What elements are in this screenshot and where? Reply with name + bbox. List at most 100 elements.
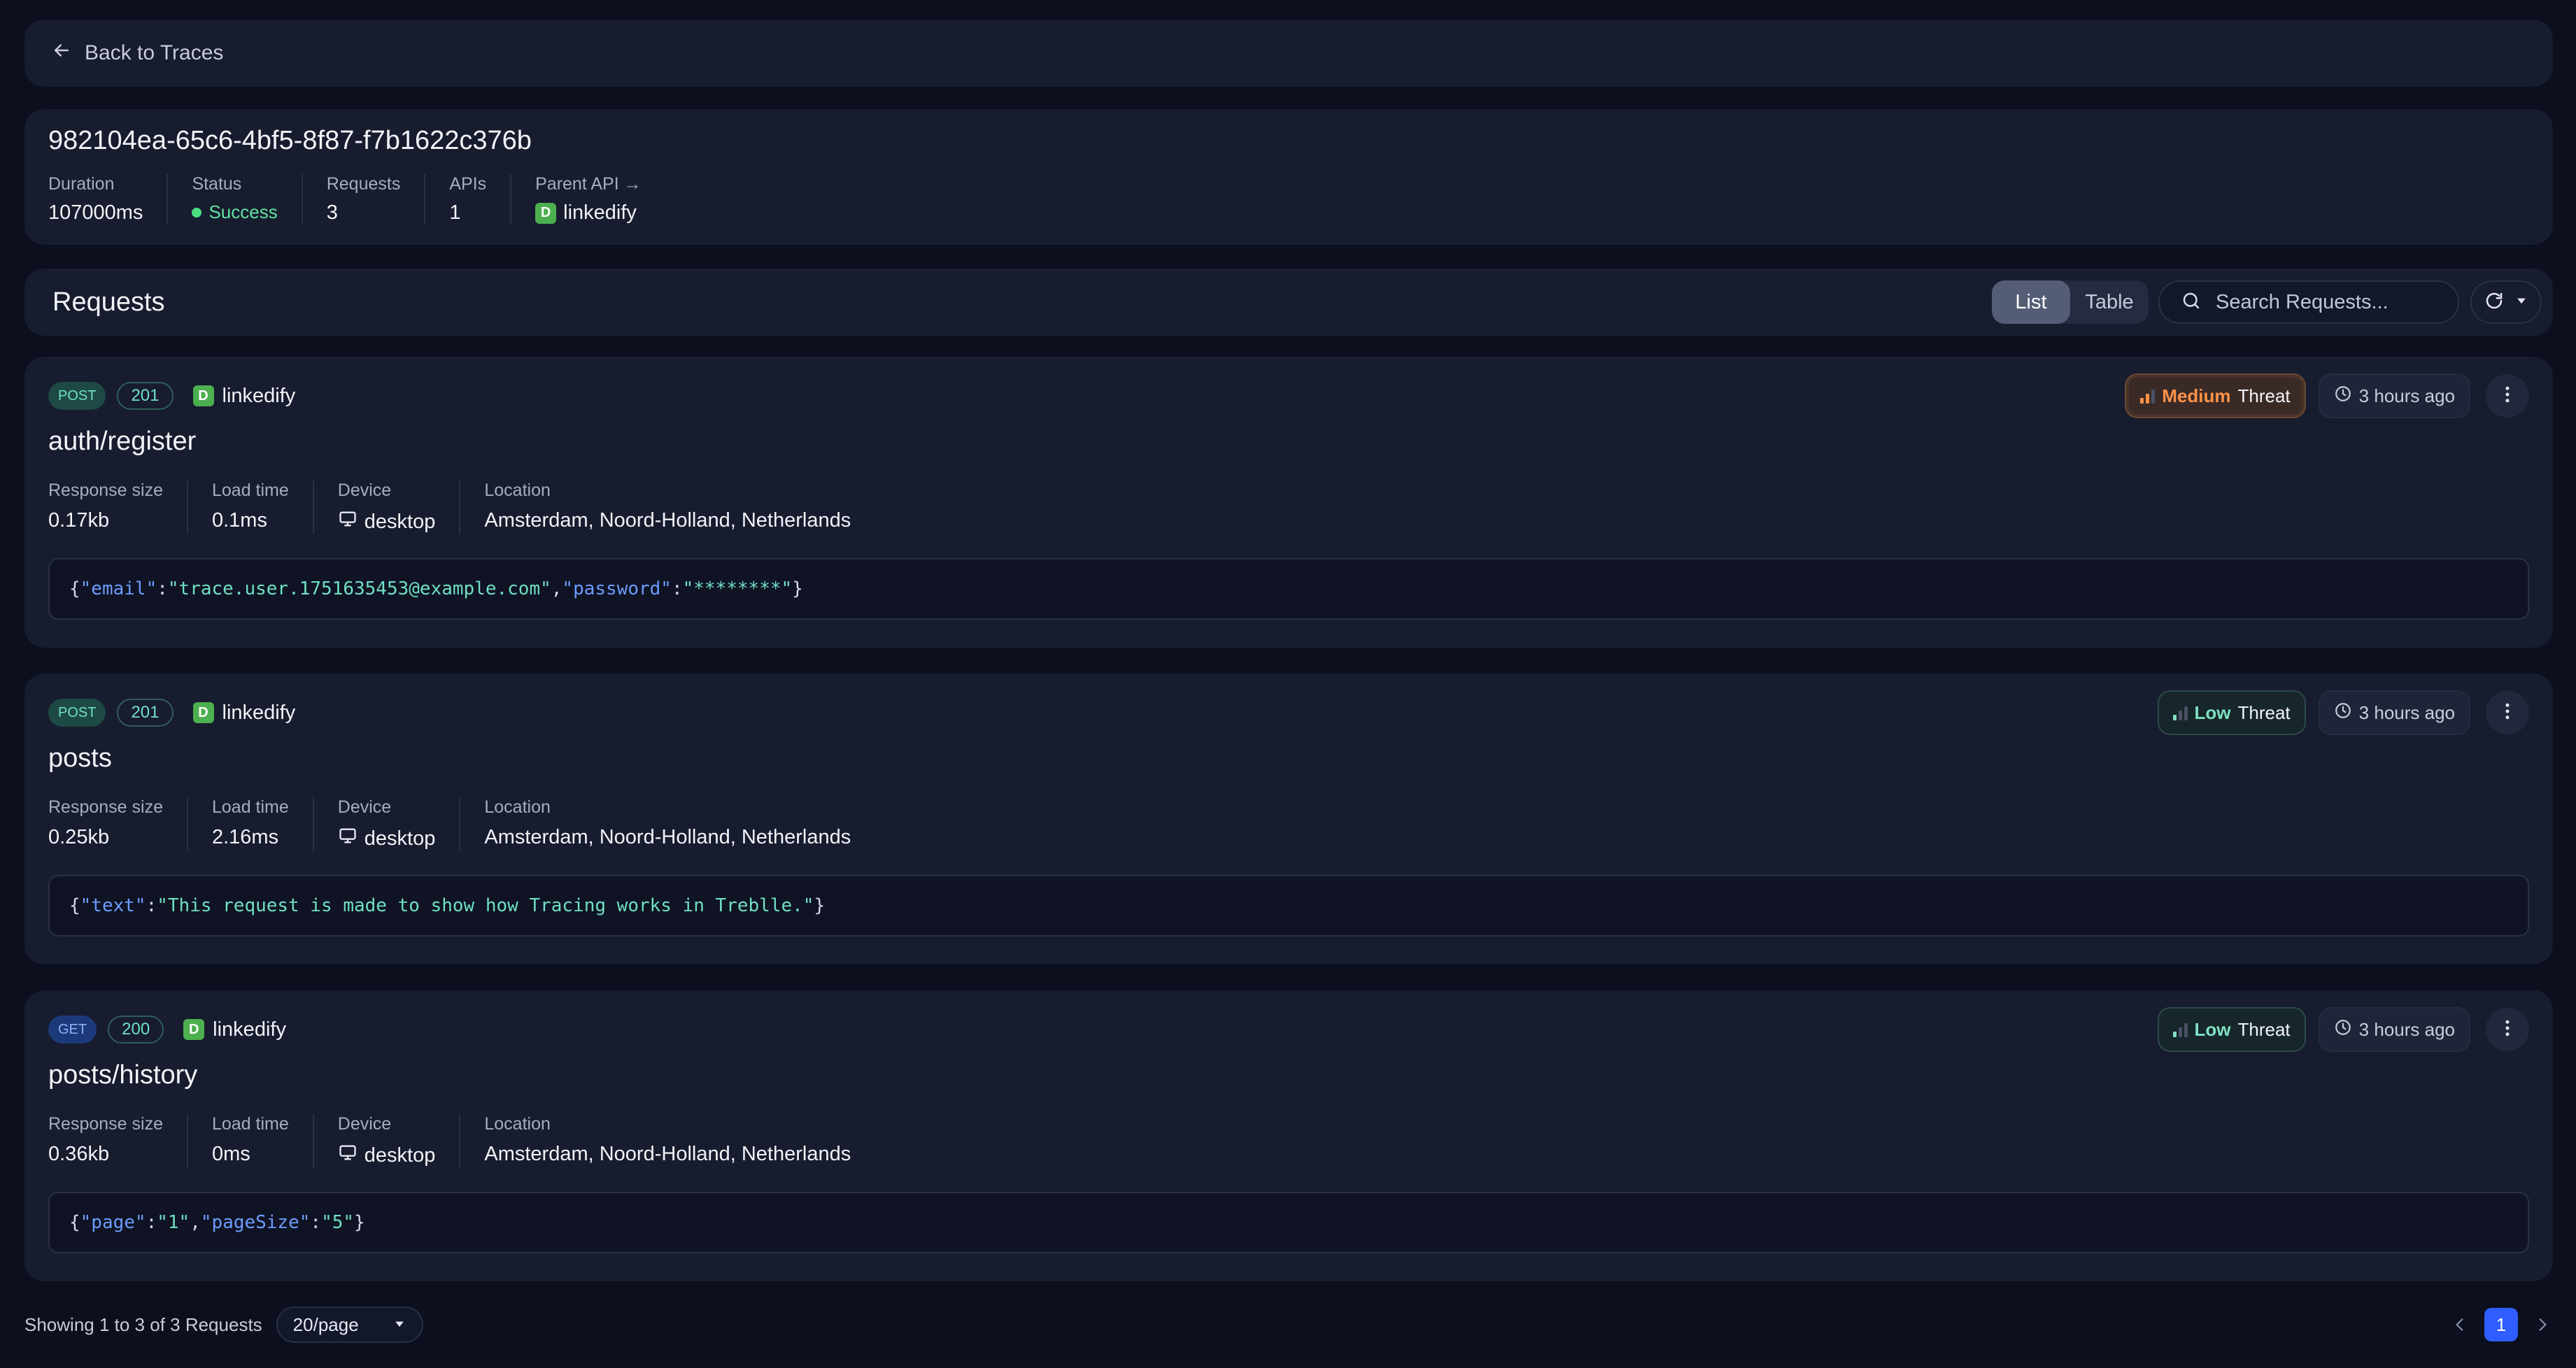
metric-value: Amsterdam, Noord-Holland, Netherlands — [484, 1143, 851, 1165]
metric-value-device: desktop — [338, 509, 436, 534]
pager: 1 — [2449, 1308, 2553, 1341]
threat-badge: Medium Threat — [2125, 373, 2306, 418]
endpoint-path: auth/register — [48, 427, 197, 456]
page-1-button[interactable]: 1 — [2484, 1308, 2518, 1341]
metric-location: Location Amsterdam, Noord-Holland, Nethe… — [459, 1114, 875, 1168]
metric-device: Device desktop — [312, 480, 460, 534]
json-punct: : — [146, 895, 157, 916]
more-options-button[interactable] — [2486, 374, 2529, 418]
table-view-button[interactable]: Table — [2070, 280, 2149, 324]
back-to-traces-link[interactable]: Back to Traces — [51, 40, 223, 66]
json-punct: } — [814, 895, 826, 916]
time-badge: 3 hours ago — [2318, 373, 2470, 418]
more-options-button[interactable] — [2486, 691, 2529, 734]
list-view-button[interactable]: List — [1992, 280, 2070, 324]
request-metrics: Response size 0.36kb Load time 0ms Devic… — [48, 1114, 2529, 1168]
clock-icon — [2334, 385, 2352, 408]
json-punct: : — [157, 578, 168, 599]
stat-parent-api: Parent API → D linkedify — [510, 174, 665, 225]
metric-value: 0.17kb — [48, 509, 110, 532]
metric-label: Load time — [211, 797, 289, 817]
metric-value: 2.16ms — [211, 826, 279, 848]
showing-count: Showing 1 to 3 of 3 Requests — [24, 1313, 262, 1335]
stat-label: APIs — [449, 174, 487, 194]
api-logo-icon: D — [535, 202, 557, 224]
json-key: "password" — [562, 578, 672, 599]
prev-page-icon[interactable] — [2449, 1314, 2470, 1335]
metric-response-size: Response size 0.17kb — [48, 480, 187, 534]
threat-level: Low — [2194, 701, 2231, 723]
search-input[interactable] — [2214, 290, 2438, 315]
per-page-value: 20/page — [292, 1313, 359, 1335]
metric-location: Location Amsterdam, Noord-Holland, Nethe… — [459, 797, 875, 851]
per-page-select[interactable]: 20/page — [276, 1306, 423, 1343]
back-label: Back to Traces — [85, 41, 224, 64]
request-card[interactable]: POST 201 D linkedify Low Threat 3 hours … — [24, 674, 2553, 964]
trace-header: 982104ea-65c6-4bf5-8f87-f7b1622c376b Dur… — [24, 109, 2553, 245]
stat-apis: APIs 1 — [424, 174, 510, 225]
threat-level: Medium — [2162, 385, 2231, 406]
json-key: "page" — [80, 1212, 146, 1233]
metric-value-device: desktop — [338, 1143, 436, 1168]
threat-badge: Low Threat — [2157, 690, 2306, 735]
more-options-button[interactable] — [2486, 1008, 2529, 1051]
time-badge: 3 hours ago — [2318, 1007, 2470, 1052]
metric-value: Amsterdam, Noord-Holland, Netherlands — [484, 509, 851, 532]
api-label: linkedify — [213, 1018, 286, 1041]
parent-api-link[interactable]: D linkedify — [535, 201, 641, 225]
api-logo-icon: D — [183, 1019, 205, 1040]
trace-stats: Duration 107000ms Status Success Request… — [48, 174, 2529, 225]
json-punct: { — [69, 895, 80, 916]
next-page-icon[interactable] — [2532, 1314, 2553, 1335]
request-body-preview: {"page": "1", "pageSize": "5"} — [48, 1192, 2529, 1253]
method-badge: GET — [48, 1016, 97, 1043]
monitor-icon — [338, 509, 358, 534]
metric-label: Device — [337, 797, 392, 817]
stat-status: Status Success — [167, 174, 301, 225]
request-card[interactable]: GET 200 D linkedify Low Threat 3 hours a… — [24, 990, 2553, 1281]
api-label: linkedify — [222, 384, 296, 407]
request-metrics: Response size 0.17kb Load time 0.1ms Dev… — [48, 480, 2529, 534]
status-value: Success — [208, 201, 278, 222]
refresh-button[interactable] — [2470, 280, 2542, 324]
status-code-badge: 200 — [108, 1016, 164, 1043]
arrow-left-icon — [51, 40, 72, 66]
json-value: "This request is made to show how Tracin… — [157, 895, 814, 916]
status-dot-icon — [192, 207, 202, 218]
threat-badge: Low Threat — [2157, 1007, 2306, 1052]
json-punct: { — [69, 578, 80, 599]
threat-word: Threat — [2237, 385, 2291, 406]
parent-api-name: linkedify — [563, 201, 637, 224]
clock-icon — [2334, 701, 2352, 725]
json-punct: } — [792, 578, 803, 599]
method-badge: POST — [48, 382, 106, 410]
json-punct: , — [190, 1212, 201, 1233]
metric-label: Device — [337, 1114, 392, 1134]
search-icon — [2181, 290, 2202, 315]
json-key: "email" — [80, 578, 157, 599]
stat-label[interactable]: Parent API → — [535, 174, 641, 194]
json-value: "5" — [321, 1212, 355, 1233]
json-punct: : — [310, 1212, 322, 1233]
metric-load-time: Load time 0ms — [186, 1114, 313, 1168]
api-name: D linkedify — [192, 701, 295, 725]
api-logo-icon: D — [192, 385, 214, 406]
status-value-wrap: Success — [192, 201, 278, 223]
monitor-icon — [338, 826, 358, 851]
signal-bars-icon — [2140, 388, 2156, 404]
time-ago: 3 hours ago — [2358, 701, 2455, 723]
metric-value: 0ms — [211, 1143, 250, 1165]
json-value: "********" — [682, 578, 793, 599]
device-name: desktop — [364, 510, 436, 533]
metric-value-device: desktop — [338, 826, 435, 851]
back-bar: Back to Traces — [24, 20, 2553, 87]
json-key: "pageSize" — [200, 1212, 311, 1233]
metric-device: Device desktop — [312, 797, 460, 851]
metric-label: Location — [484, 1114, 551, 1134]
api-name: D linkedify — [183, 1018, 286, 1041]
request-card[interactable]: POST 201 D linkedify Medium Threat 3 hou… — [24, 357, 2553, 648]
search-box — [2158, 280, 2459, 324]
kebab-menu-icon — [2497, 701, 2518, 725]
metric-response-size: Response size 0.25kb — [48, 797, 187, 851]
device-name: desktop — [364, 1143, 436, 1167]
